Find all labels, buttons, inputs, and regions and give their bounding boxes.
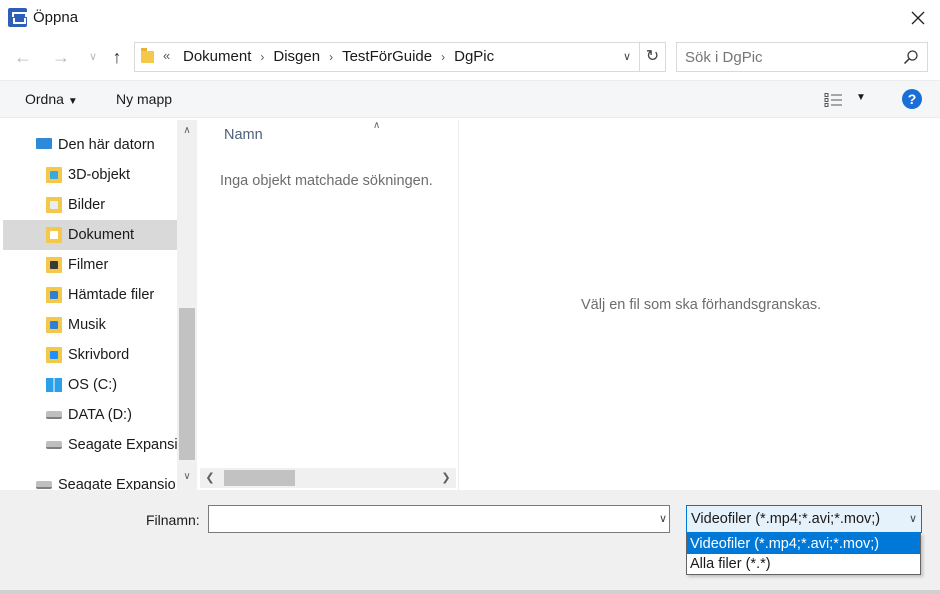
scrollbar-thumb[interactable] (224, 470, 295, 486)
sidebar-item-videos[interactable]: Filmer (3, 250, 177, 280)
filename-input[interactable] (209, 506, 649, 532)
refresh-icon[interactable]: ↻ (639, 43, 665, 71)
sidebar-item-label: Skrivbord (68, 347, 130, 363)
breadcrumb-separator-icon[interactable]: › (253, 50, 271, 64)
scroll-right-icon[interactable]: ❯ (436, 468, 456, 488)
sidebar-item-documents[interactable]: Dokument (3, 220, 177, 250)
sidebar-item-music[interactable]: Musik (3, 310, 177, 340)
file-type-select[interactable]: Videofiler (*.mp4;*.avi;*.mov;) ∨ (686, 505, 922, 533)
sidebar-item-downloads[interactable]: Hämtade filer (3, 280, 177, 310)
filename-label: Filnamn: (146, 512, 200, 528)
drive-icon (46, 441, 62, 449)
details-view-icon[interactable] (824, 92, 844, 108)
breadcrumb-item[interactable]: Dokument (181, 48, 253, 65)
scrollbar-thumb[interactable] (179, 308, 195, 460)
new-folder-button[interactable]: Ny mapp (116, 91, 172, 107)
sidebar-item-label: Den här datorn (58, 137, 155, 153)
file-list-horizontal-scrollbar[interactable]: ❮ ❯ (200, 468, 456, 488)
empty-message: Inga objekt matchade sökningen. (220, 173, 433, 189)
address-dropdown-icon[interactable]: ∨ (615, 43, 639, 71)
search-box[interactable]: Sök i DgPic (676, 42, 928, 72)
file-list: ∧ Namn Inga objekt matchade sökningen. (200, 120, 456, 490)
windows-drive-icon (46, 378, 62, 392)
search-icon[interactable] (903, 49, 919, 65)
navigation-bar: ← → ∨ ↑ « Dokument › Disgen › TestFörGui… (0, 38, 940, 76)
sidebar-item-seagate-2[interactable]: Seagate Expansio (3, 470, 177, 490)
address-bar[interactable]: « Dokument › Disgen › TestFörGuide › DgP… (134, 42, 666, 72)
sidebar-item-seagate-1[interactable]: Seagate Expansi (3, 430, 178, 460)
footer: Filnamn: ∨ Videofiler (*.mp4;*.avi;*.mov… (0, 490, 940, 594)
sidebar-item-label: DATA (D:) (68, 407, 132, 423)
sidebar-item-label: OS (C:) (68, 377, 118, 393)
filename-dropdown-icon[interactable]: ∨ (659, 512, 667, 525)
file-type-option-video[interactable]: Videofiler (*.mp4;*.avi;*.mov;) (687, 534, 920, 554)
folder-downloads-icon (46, 287, 62, 303)
breadcrumb-separator-icon[interactable]: › (322, 50, 340, 64)
computer-icon (36, 138, 52, 149)
folder-videos-icon (46, 257, 62, 273)
drive-icon (46, 411, 62, 419)
column-header-name[interactable]: Namn (224, 127, 263, 143)
breadcrumb-item[interactable]: Disgen (271, 48, 322, 65)
window-title: Öppna (33, 9, 79, 26)
sidebar-item-desktop[interactable]: Skrivbord (3, 340, 177, 370)
breadcrumb-item[interactable]: TestFörGuide (340, 48, 434, 65)
forward-arrow-icon[interactable]: → (48, 44, 74, 70)
app-icon (8, 8, 27, 27)
breadcrumb-overflow[interactable]: « (163, 48, 170, 63)
organize-button[interactable]: Ordna ▼ (25, 91, 78, 107)
sidebar-item-label: Seagate Expansi (68, 437, 178, 453)
sidebar-item-this-pc[interactable]: Den här datorn (3, 130, 177, 160)
folder-icon (141, 48, 154, 63)
breadcrumb-separator-icon[interactable]: › (434, 50, 452, 64)
preview-pane: Välj en fil som ska förhandsgranskas. (458, 120, 940, 490)
folder-3d-icon (46, 167, 62, 183)
folder-music-icon (46, 317, 62, 333)
sidebar-item-3d-objects[interactable]: 3D-objekt (3, 160, 177, 190)
sidebar-item-label: Seagate Expansio (58, 477, 176, 490)
sidebar-item-data-d[interactable]: DATA (D:) (3, 400, 177, 430)
chevron-down-icon[interactable]: ∨ (909, 512, 917, 525)
folder-desktop-icon (46, 347, 62, 363)
organize-label: Ordna (25, 91, 64, 107)
folder-pictures-icon (46, 197, 62, 213)
window-bottom-edge (0, 590, 940, 594)
sidebar-item-label: Hämtade filer (68, 287, 155, 303)
view-options-caret-icon[interactable]: ▼ (856, 92, 866, 103)
scroll-left-icon[interactable]: ❮ (200, 468, 220, 488)
sidebar-item-pictures[interactable]: Bilder (3, 190, 177, 220)
sort-ascending-icon: ∧ (373, 120, 381, 131)
breadcrumb-item[interactable]: DgPic (452, 48, 496, 65)
sidebar-item-label: Bilder (68, 197, 106, 213)
sidebar-item-label: 3D-objekt (68, 167, 131, 183)
sidebar-item-label: Dokument (68, 227, 135, 243)
title-bar: Öppna (0, 0, 940, 36)
file-type-selected: Videofiler (*.mp4;*.avi;*.mov;) (691, 511, 881, 527)
file-type-dropdown-list: Videofiler (*.mp4;*.avi;*.mov;) Alla fil… (686, 533, 921, 575)
navigation-pane: Den här datorn 3D-objekt Bilder Dokument… (0, 120, 198, 490)
sidebar-item-label: Filmer (68, 257, 109, 273)
sidebar-item-os-c[interactable]: OS (C:) (3, 370, 177, 400)
file-type-option-all[interactable]: Alla filer (*.*) (687, 554, 920, 574)
help-icon[interactable]: ? (902, 89, 922, 109)
search-input[interactable]: Sök i DgPic (685, 49, 763, 66)
filename-combobox[interactable]: ∨ (208, 505, 670, 533)
sidebar-vertical-scrollbar[interactable]: ∧ ∨ (177, 120, 197, 490)
sidebar-item-label: Musik (68, 317, 106, 333)
back-arrow-icon[interactable]: ← (10, 44, 36, 70)
preview-message: Välj en fil som ska förhandsgranskas. (581, 297, 822, 313)
close-icon (911, 11, 925, 25)
caret-down-icon: ▼ (67, 96, 78, 107)
up-arrow-icon[interactable]: ↑ (104, 44, 130, 70)
command-bar: Ordna ▼ Ny mapp ▼ ? (0, 80, 940, 118)
close-button[interactable] (904, 4, 932, 32)
scroll-down-icon[interactable]: ∨ (177, 468, 197, 486)
scroll-up-icon[interactable]: ∧ (177, 122, 197, 140)
breadcrumb: Dokument › Disgen › TestFörGuide › DgPic (181, 48, 496, 65)
recent-locations-chevron-icon[interactable]: ∨ (80, 44, 106, 70)
folder-documents-icon (46, 227, 62, 243)
drive-icon (36, 481, 52, 489)
